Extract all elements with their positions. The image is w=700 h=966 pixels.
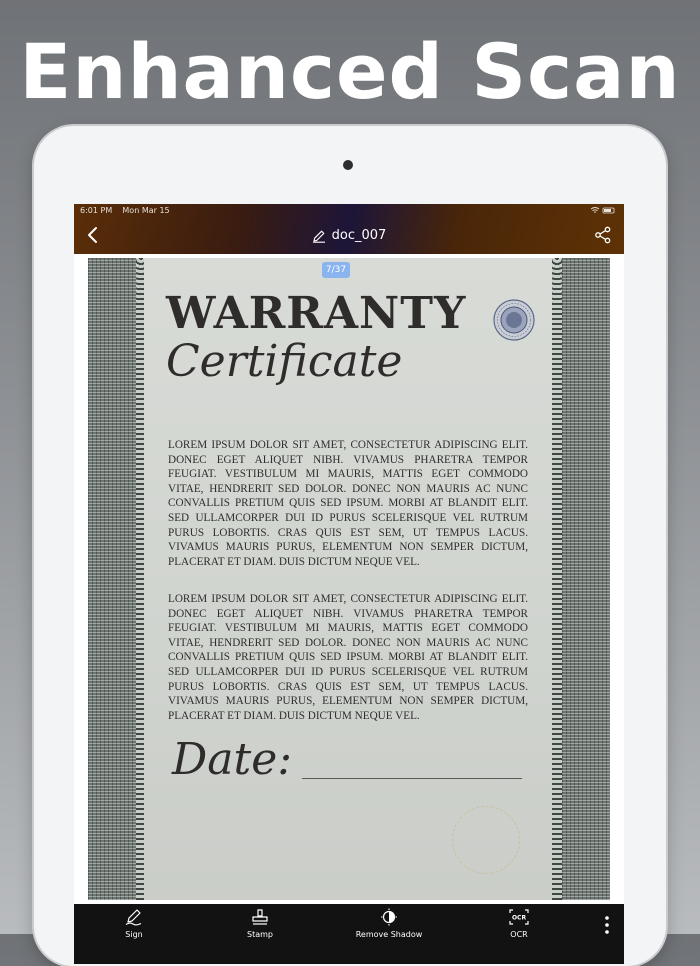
tablet-frame: 6:01 PM Mon Mar 15 doc_007 WARRANTY Cert… <box>34 126 666 966</box>
share-button[interactable] <box>594 226 612 244</box>
app-screen: 6:01 PM Mon Mar 15 doc_007 WARRANTY Cert… <box>74 204 624 964</box>
stamp-label: Stamp <box>247 930 273 939</box>
date-signature-line <box>302 778 522 779</box>
certificate-paragraph-1: Lorem ipsum dolor sit amet, consectetur … <box>168 439 528 568</box>
page-indicator: 7/37 <box>322 262 350 278</box>
document-viewer[interactable]: WARRANTY Certificate Lorem ipsum dolor s… <box>74 254 624 904</box>
status-time: 6:01 PM <box>80 206 113 215</box>
promo-headline: Enhanced Scan <box>19 27 681 116</box>
front-camera <box>343 160 353 170</box>
ocr-icon-text: OCR <box>512 915 527 922</box>
bottom-toolbar: Sign Stamp Remove Shadow OCR OCR <box>74 904 624 964</box>
certificate-paragraph-2: Lorem ipsum dolor sit amet, consectetur … <box>168 593 528 722</box>
remove-shadow-label: Remove Shadow <box>355 930 423 939</box>
stamp-icon <box>252 909 268 925</box>
seal-emblem-icon <box>493 299 535 341</box>
sign-button[interactable]: Sign <box>89 904 179 964</box>
scanned-page: WARRANTY Certificate Lorem ipsum dolor s… <box>88 258 610 900</box>
remove-shadow-button[interactable]: Remove Shadow <box>344 904 434 964</box>
certificate-heading: WARRANTY <box>166 288 467 339</box>
foil-seal-mark <box>452 806 520 874</box>
wifi-battery-icon <box>590 207 615 214</box>
document-title-area[interactable]: doc_007 <box>74 226 624 246</box>
guilloche-border-left <box>88 258 146 900</box>
ocr-label: OCR <box>510 930 528 939</box>
ocr-scan-icon: OCR <box>509 909 529 925</box>
stamp-button[interactable]: Stamp <box>215 904 305 964</box>
status-icons <box>590 206 616 217</box>
ocr-button[interactable]: OCR OCR <box>474 904 564 964</box>
guilloche-border-right <box>552 258 610 900</box>
date-label: Date: <box>172 734 293 785</box>
status-date: Mon Mar 15 <box>122 206 170 215</box>
certificate-subheading: Certificate <box>166 336 403 387</box>
more-options-button[interactable] <box>600 914 614 936</box>
sign-label: Sign <box>125 930 143 939</box>
more-vertical-icon <box>605 916 609 934</box>
share-icon <box>595 226 611 244</box>
document-title: doc_007 <box>331 228 387 243</box>
signature-pen-icon <box>125 909 142 926</box>
shadow-icon <box>381 908 397 926</box>
pencil-icon <box>312 230 325 243</box>
navigation-bar: 6:01 PM Mon Mar 15 doc_007 <box>74 204 624 254</box>
status-bar: 6:01 PM Mon Mar 15 <box>80 206 170 218</box>
